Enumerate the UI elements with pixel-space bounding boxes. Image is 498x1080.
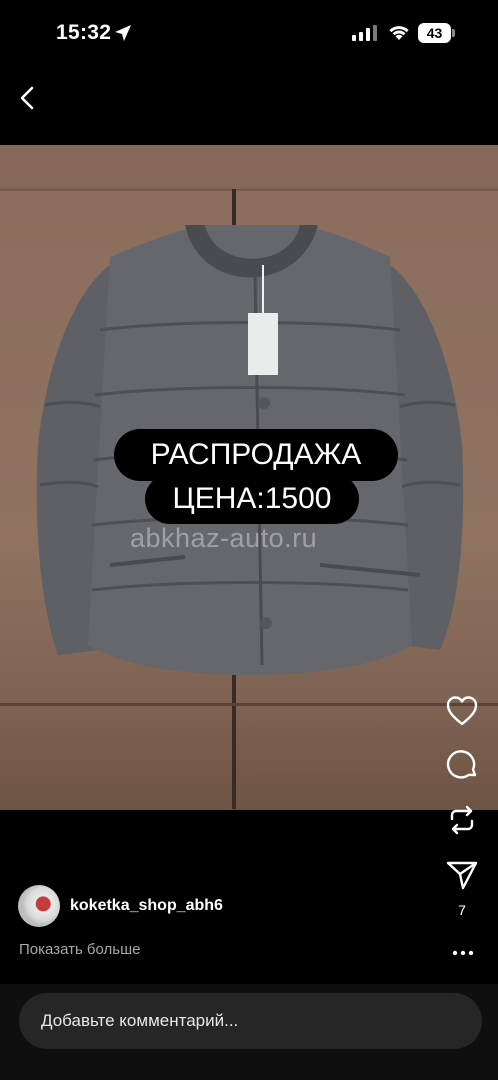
repost-icon[interactable] bbox=[444, 802, 480, 838]
avatar[interactable] bbox=[18, 885, 60, 927]
comment-input[interactable]: Добавьте комментарий... bbox=[19, 993, 482, 1049]
status-time: 15:32 bbox=[56, 21, 112, 44]
status-bar: 15:32 43 bbox=[0, 0, 498, 68]
cellular-signal-icon bbox=[352, 25, 377, 41]
send-icon[interactable] bbox=[444, 857, 480, 893]
battery-tip bbox=[452, 29, 455, 37]
shelf-line bbox=[0, 703, 498, 706]
location-arrow-icon bbox=[115, 25, 131, 41]
heart-icon[interactable] bbox=[444, 693, 480, 729]
share-count: 7 bbox=[458, 902, 466, 918]
promo-price-badge: ЦЕНА:1500 bbox=[145, 474, 359, 524]
battery-indicator: 43 bbox=[418, 23, 456, 43]
back-button[interactable] bbox=[12, 82, 44, 114]
battery-level: 43 bbox=[418, 23, 451, 43]
show-more-link[interactable]: Показать больше bbox=[19, 941, 140, 958]
comment-icon[interactable] bbox=[444, 747, 480, 783]
reel-viewer-screen: 15:32 43 РАСПРОДАЖА ЦЕНА:1500 abkhaz-aut… bbox=[0, 0, 498, 1080]
more-options-icon[interactable] bbox=[451, 945, 475, 961]
post-media[interactable]: РАСПРОДАЖА ЦЕНА:1500 abkhaz-auto.ru bbox=[0, 145, 498, 810]
wifi-icon bbox=[389, 26, 409, 40]
watermark-text: abkhaz-auto.ru bbox=[130, 523, 318, 553]
username[interactable]: koketka_shop_abh6 bbox=[70, 897, 223, 915]
